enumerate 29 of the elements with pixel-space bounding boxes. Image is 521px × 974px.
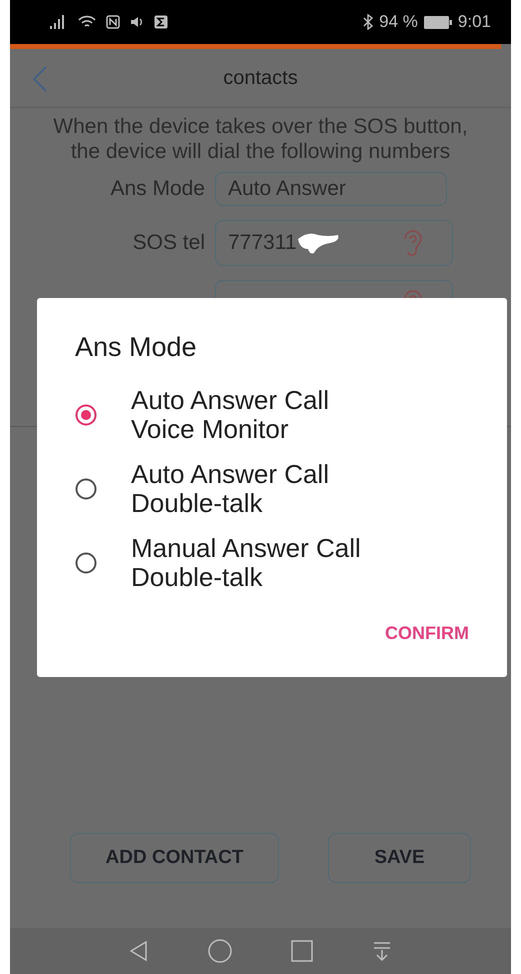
battery-percent: 94 % bbox=[379, 12, 418, 32]
wifi-icon bbox=[78, 15, 96, 29]
nfc-icon bbox=[106, 15, 120, 29]
confirm-button[interactable]: CONFIRM bbox=[385, 619, 469, 648]
dialog-title: Ans Mode bbox=[75, 332, 198, 363]
description-text: When the device takes over the SOS button, the device will dial the following numbers bbox=[53, 114, 468, 164]
option-label[interactable]: Auto Answer Call Double-talk bbox=[131, 460, 329, 518]
radio-button[interactable] bbox=[75, 478, 97, 500]
radio-button[interactable] bbox=[75, 404, 97, 426]
speaker-icon bbox=[130, 15, 144, 29]
phone-field[interactable]: 777311 bbox=[215, 220, 453, 266]
option-label[interactable]: Manual Answer Call Double-talk bbox=[131, 534, 361, 592]
save-button[interactable]: SAVE bbox=[328, 833, 471, 883]
bluetooth-icon bbox=[363, 14, 374, 30]
sigma-icon bbox=[154, 15, 168, 29]
recents-icon[interactable] bbox=[291, 940, 314, 962]
radio-button[interactable] bbox=[75, 552, 97, 574]
screen-title: contacts bbox=[223, 66, 298, 90]
battery-icon bbox=[424, 16, 452, 28]
home-icon[interactable] bbox=[208, 939, 232, 963]
option-label[interactable]: Auto Answer Call Voice Monitor bbox=[131, 386, 329, 444]
pull-down-icon[interactable] bbox=[373, 941, 392, 961]
back-nav-icon[interactable] bbox=[130, 941, 148, 961]
clock-time: 9:01 bbox=[458, 12, 491, 32]
answer-mode-field[interactable]: Auto Answer bbox=[215, 172, 447, 206]
redaction-scribble bbox=[296, 231, 340, 255]
field-label: Ans Mode bbox=[109, 177, 205, 201]
add-contact-button[interactable]: ADD CONTACT bbox=[70, 833, 279, 883]
field-label: SOS tel bbox=[132, 231, 205, 255]
